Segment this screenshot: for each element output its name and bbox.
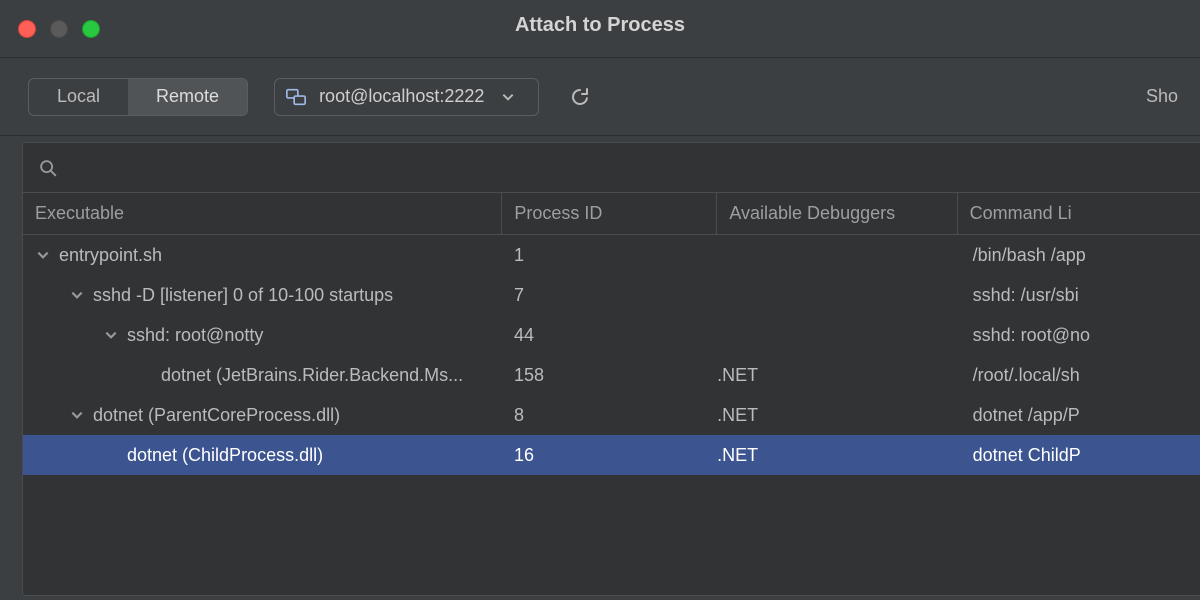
tree-expand-toggle[interactable]: [103, 327, 119, 343]
table-body: entrypoint.sh1/bin/bash /appsshd -D [lis…: [23, 235, 1200, 595]
table-header: Executable Process ID Available Debugger…: [23, 193, 1200, 235]
executable-label: dotnet (ParentCoreProcess.dll): [93, 405, 340, 426]
cell-debuggers: .NET: [717, 435, 956, 475]
process-table-panel: Executable Process ID Available Debugger…: [22, 142, 1200, 596]
cell-pid: 44: [502, 315, 717, 355]
column-header-executable[interactable]: Executable: [23, 193, 502, 234]
cell-pid: 158: [502, 355, 717, 395]
column-header-pid[interactable]: Process ID: [502, 193, 717, 234]
cell-command: sshd: root@no: [957, 315, 1200, 355]
cell-debuggers: [717, 235, 956, 275]
host-dropdown[interactable]: root@localhost:2222: [274, 78, 539, 116]
cell-executable: dotnet (ParentCoreProcess.dll): [23, 395, 502, 435]
cell-command: dotnet ChildP: [957, 435, 1200, 475]
column-header-debuggers[interactable]: Available Debuggers: [717, 193, 957, 234]
tree-expand-toggle[interactable]: [69, 287, 85, 303]
executable-label: entrypoint.sh: [59, 245, 162, 266]
zoom-window-button[interactable]: [82, 20, 100, 38]
search-icon: [37, 157, 59, 179]
executable-label: sshd -D [listener] 0 of 10-100 startups: [93, 285, 393, 306]
host-label: root@localhost:2222: [319, 86, 484, 107]
tree-expand-toggle[interactable]: [35, 247, 51, 263]
cell-command: dotnet /app/P: [957, 395, 1200, 435]
remote-host-icon: [285, 86, 307, 108]
cell-command: /bin/bash /app: [957, 235, 1200, 275]
table-row[interactable]: dotnet (JetBrains.Rider.Backend.Ms... 158…: [23, 355, 1200, 395]
table-row[interactable]: dotnet (ParentCoreProcess.dll) 8.NETdotne…: [23, 395, 1200, 435]
segment-local[interactable]: Local: [29, 79, 128, 115]
cell-executable: entrypoint.sh: [23, 235, 502, 275]
table-row[interactable]: sshd -D [listener] 0 of 10-100 startups 7…: [23, 275, 1200, 315]
cell-executable: sshd -D [listener] 0 of 10-100 startups: [23, 275, 502, 315]
titlebar: Attach to Process: [0, 0, 1200, 58]
cell-debuggers: [717, 275, 956, 315]
refresh-icon: [568, 85, 592, 109]
table-row[interactable]: dotnet (ChildProcess.dll) 16.NETdotnet Ch…: [23, 435, 1200, 475]
cell-debuggers: .NET: [717, 355, 956, 395]
cell-executable: dotnet (JetBrains.Rider.Backend.Ms...: [23, 355, 502, 395]
cell-command: sshd: /usr/sbi: [957, 275, 1200, 315]
attach-to-process-dialog: Attach to Process Local Remote root@loca…: [0, 0, 1200, 600]
location-segmented: Local Remote: [28, 78, 248, 116]
column-header-command[interactable]: Command Li: [958, 193, 1200, 234]
executable-label: sshd: root@notty: [127, 325, 263, 346]
table-row[interactable]: sshd: root@notty 44 sshd: root@no: [23, 315, 1200, 355]
cell-executable: dotnet (ChildProcess.dll): [23, 435, 502, 475]
cell-command: /root/.local/sh: [957, 355, 1200, 395]
refresh-button[interactable]: [565, 82, 595, 112]
cell-pid: 8: [502, 395, 717, 435]
table-row[interactable]: entrypoint.sh 1/bin/bash /app: [23, 235, 1200, 275]
cell-debuggers: .NET: [717, 395, 956, 435]
close-window-button[interactable]: [18, 20, 36, 38]
toolbar: Local Remote root@localhost:2222 Sho: [0, 58, 1200, 136]
cell-executable: sshd: root@notty: [23, 315, 502, 355]
chevron-down-icon: [500, 89, 516, 105]
tree-expand-toggle[interactable]: [69, 407, 85, 423]
cell-pid: 16: [502, 435, 717, 475]
executable-label: dotnet (JetBrains.Rider.Backend.Ms...: [161, 365, 463, 386]
search-bar[interactable]: [23, 143, 1200, 193]
segment-remote[interactable]: Remote: [128, 79, 247, 115]
cell-pid: 1: [502, 235, 717, 275]
cell-debuggers: [717, 315, 956, 355]
dialog-title: Attach to Process: [515, 14, 685, 37]
minimize-window-button[interactable]: [50, 20, 68, 38]
show-link[interactable]: Sho: [1146, 86, 1178, 107]
executable-label: dotnet (ChildProcess.dll): [127, 445, 323, 466]
window-controls: [0, 20, 100, 38]
cell-pid: 7: [502, 275, 717, 315]
